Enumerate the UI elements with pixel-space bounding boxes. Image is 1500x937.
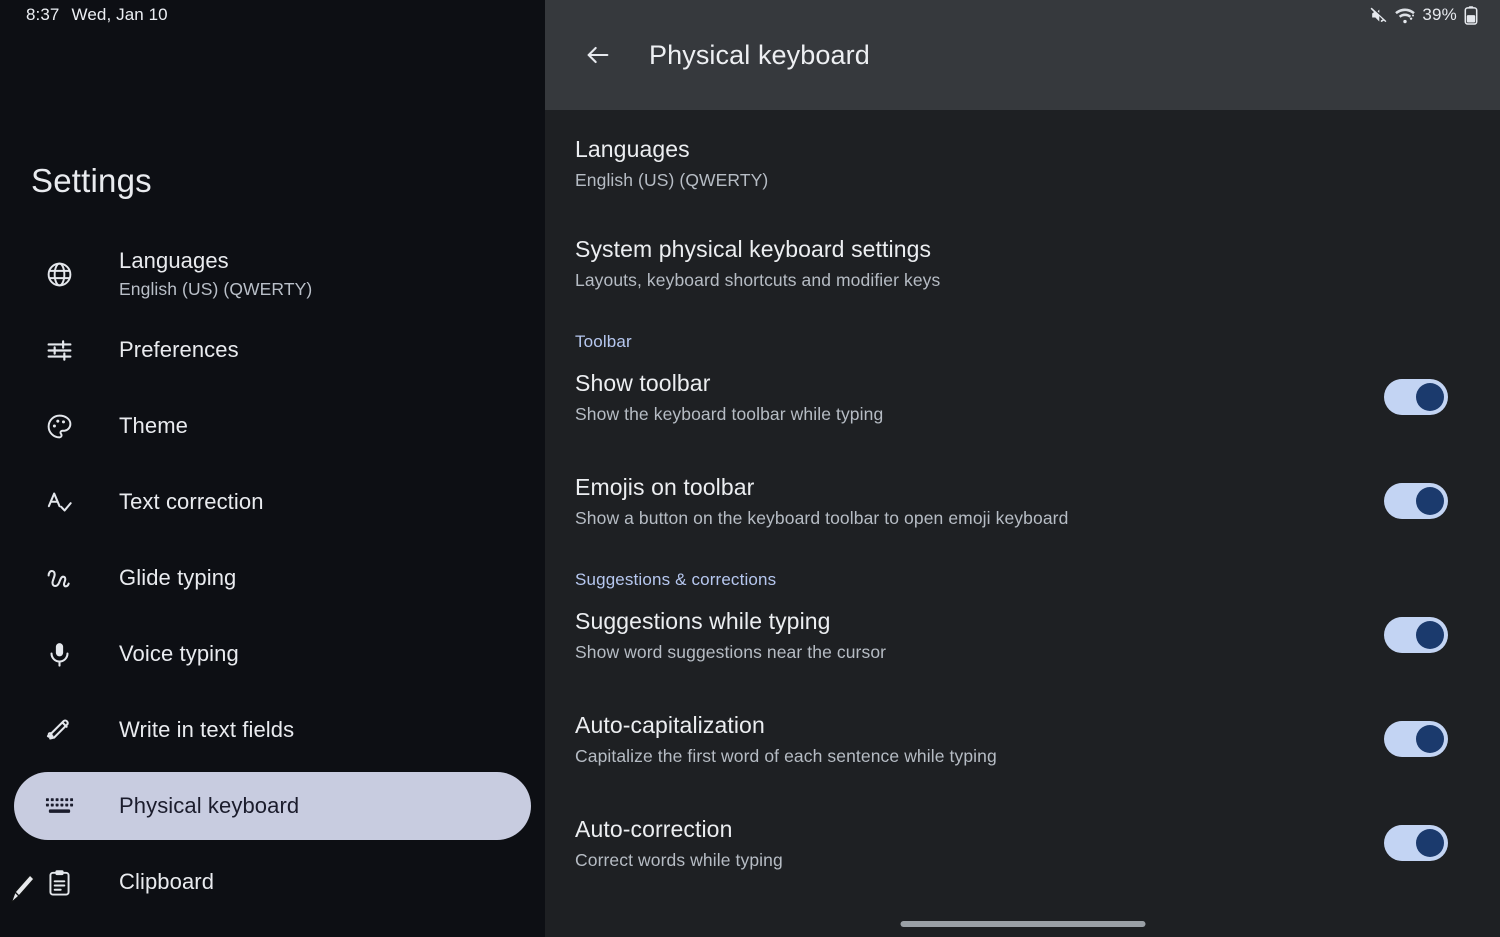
toggle-auto-correction[interactable] <box>1384 825 1448 861</box>
setting-title: Languages <box>575 136 690 163</box>
toggle-suggestions-while-typing[interactable] <box>1384 617 1448 653</box>
sidebar-item-label: Preferences <box>119 337 239 363</box>
handwriting-pen-icon <box>44 715 74 745</box>
panel-body: Languages English (US) (QWERTY) System p… <box>545 110 1500 937</box>
setting-subtitle: Correct words while typing <box>575 849 783 870</box>
setting-title: Auto-capitalization <box>575 712 765 739</box>
setting-title: Suggestions while typing <box>575 608 831 635</box>
toggle-show-toolbar[interactable] <box>1384 379 1448 415</box>
sidebar-item-label: Physical keyboard <box>119 793 300 819</box>
toggle-emojis-on-toolbar[interactable] <box>1384 483 1448 519</box>
sidebar-item-label: Text correction <box>119 489 264 515</box>
setting-subtitle: Show word suggestions near the cursor <box>575 641 887 662</box>
sidebar-item-voice-typing[interactable]: Voice typing <box>14 620 531 688</box>
sidebar-item-theme[interactable]: Theme <box>14 392 531 460</box>
sidebar-item-preferences[interactable]: Preferences <box>14 316 531 384</box>
sidebar-item-languages[interactable]: Languages English (US) (QWERTY) <box>14 240 531 308</box>
setting-subtitle: Layouts, keyboard shortcuts and modifier… <box>575 269 941 290</box>
sidebar-item-write-in-text-fields[interactable]: Write in text fields <box>14 696 531 764</box>
setting-row-show-toolbar[interactable]: Show toolbar Show the keyboard toolbar w… <box>545 358 1500 436</box>
setting-title: System physical keyboard settings <box>575 236 932 263</box>
panel-title: Physical keyboard <box>649 39 870 70</box>
microphone-icon <box>44 639 74 669</box>
sidebar-nav-list: Languages English (US) (QWERTY) Preferen… <box>0 240 545 924</box>
panel-header: Physical keyboard <box>545 0 1500 110</box>
sidebar-item-label: Languages <box>119 248 229 274</box>
gesture-icon <box>44 563 74 593</box>
page-title: Settings <box>31 162 152 199</box>
setting-title: Show toolbar <box>575 370 711 397</box>
setting-subtitle: Capitalize the first word of each senten… <box>575 745 997 766</box>
physical-keyboard-panel: Physical keyboard Languages English (US)… <box>545 0 1500 937</box>
home-gesture-bar[interactable] <box>900 921 1145 927</box>
tune-icon <box>44 335 74 365</box>
sidebar-item-sublabel: English (US) (QWERTY) <box>119 278 313 299</box>
setting-row-auto-capitalization[interactable]: Auto-capitalization Capitalize the first… <box>545 700 1500 778</box>
setting-title: Emojis on toolbar <box>575 474 755 501</box>
setting-subtitle: Show a button on the keyboard toolbar to… <box>575 507 1069 528</box>
setting-subtitle: Show the keyboard toolbar while typing <box>575 403 884 424</box>
keyboard-icon <box>44 791 74 821</box>
spellcheck-icon <box>44 487 74 517</box>
sidebar-item-label: Voice typing <box>119 641 239 667</box>
palette-icon <box>44 411 74 441</box>
setting-row-suggestions-while-typing[interactable]: Suggestions while typing Show word sugge… <box>545 596 1500 674</box>
sidebar-item-text-correction[interactable]: Text correction <box>14 468 531 536</box>
sidebar-item-label: Glide typing <box>119 565 237 591</box>
arrow-left-icon[interactable] <box>575 32 621 78</box>
setting-title: Auto-correction <box>575 816 733 843</box>
android-settings-screen: 8:37 Wed, Jan 10 39% Settings Languages … <box>0 0 1500 937</box>
sidebar-item-physical-keyboard[interactable]: Physical keyboard <box>14 772 531 840</box>
settings-sidebar: Settings Languages English (US) (QWERTY) <box>0 0 545 937</box>
setting-row-emojis-on-toolbar[interactable]: Emojis on toolbar Show a button on the k… <box>545 462 1500 540</box>
sidebar-item-label: Write in text fields <box>119 717 295 743</box>
toggle-auto-capitalization[interactable] <box>1384 721 1448 757</box>
clipboard-icon <box>44 867 74 897</box>
sidebar-item-clipboard[interactable]: Clipboard <box>14 848 531 916</box>
section-header-toolbar: Toolbar <box>575 332 632 351</box>
globe-icon <box>44 259 74 289</box>
section-header-suggestions-corrections: Suggestions & corrections <box>575 570 777 589</box>
setting-row-languages[interactable]: Languages English (US) (QWERTY) <box>545 124 1500 202</box>
setting-row-system-physical-keyboard-settings[interactable]: System physical keyboard settings Layout… <box>545 224 1500 302</box>
sidebar-item-label: Theme <box>119 413 188 439</box>
sidebar-item-glide-typing[interactable]: Glide typing <box>14 544 531 612</box>
setting-row-auto-correction[interactable]: Auto-correction Correct words while typi… <box>545 804 1500 882</box>
sidebar-item-label: Clipboard <box>119 869 215 895</box>
setting-subtitle: English (US) (QWERTY) <box>575 169 769 190</box>
